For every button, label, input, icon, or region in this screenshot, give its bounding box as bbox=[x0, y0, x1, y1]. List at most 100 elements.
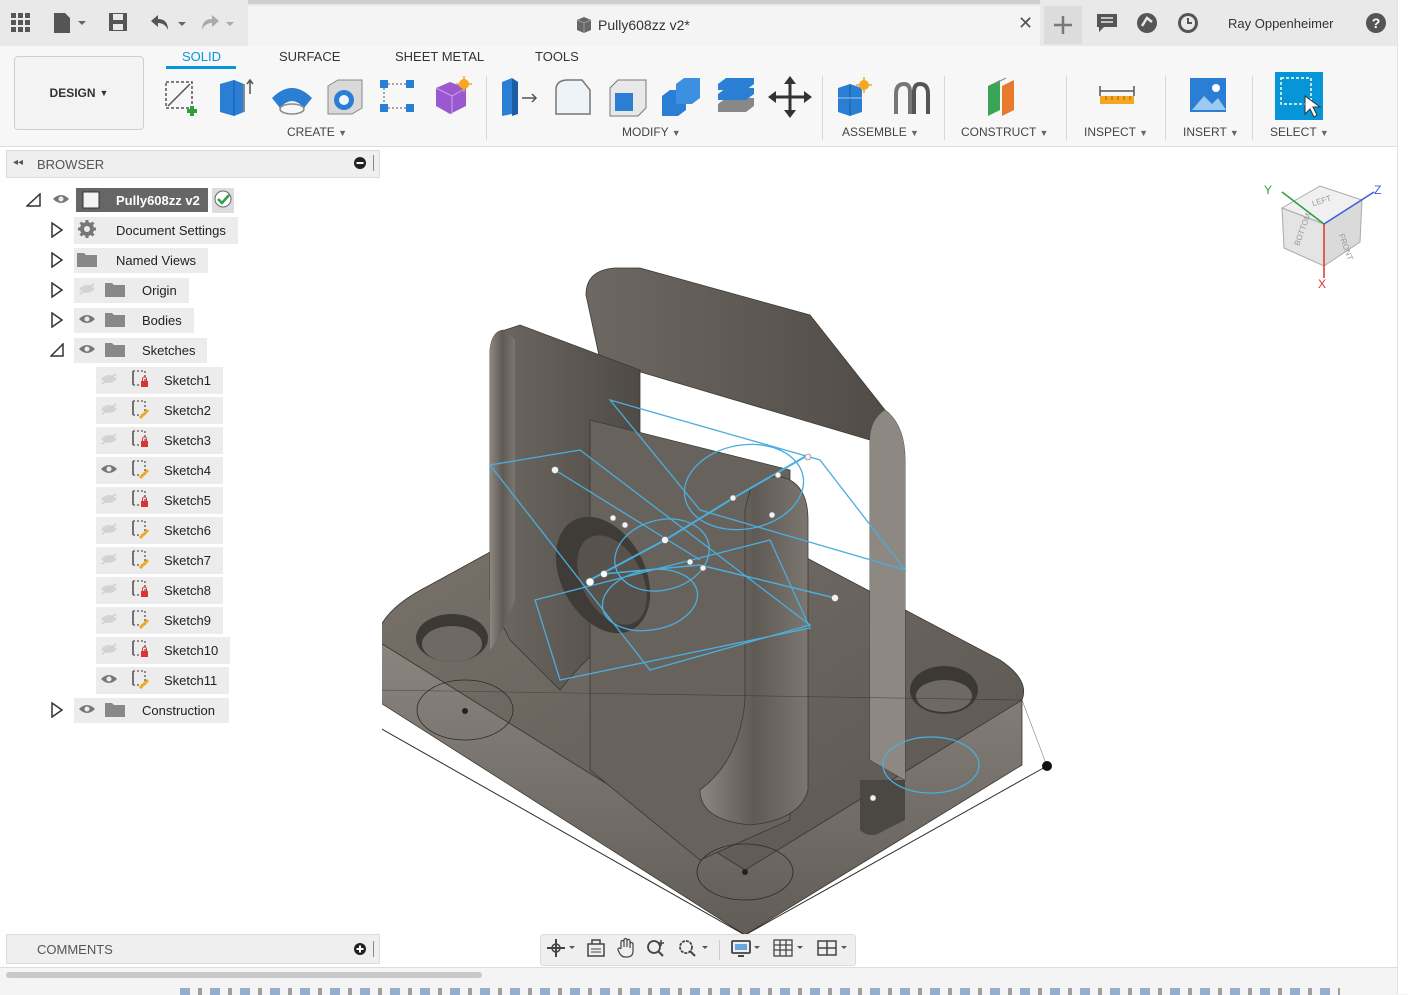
browser-node-sketch[interactable]: Sketch6 bbox=[96, 516, 223, 544]
tab-sheet-metal[interactable]: SHEET METAL bbox=[395, 49, 484, 64]
browser-node-sketches[interactable]: Sketches bbox=[50, 337, 208, 363]
browser-node-sketch[interactable]: Sketch8 bbox=[96, 576, 223, 604]
insert-menu[interactable]: INSERT ▼ bbox=[1183, 125, 1239, 139]
select-icon[interactable] bbox=[1275, 72, 1323, 120]
create-sketch-icon[interactable] bbox=[162, 76, 200, 116]
revolve-icon[interactable] bbox=[270, 76, 312, 116]
collapsed-triangle-icon[interactable] bbox=[50, 312, 64, 328]
browser-header[interactable]: ◂◂ BROWSER bbox=[6, 150, 380, 178]
model-render[interactable] bbox=[345, 150, 1396, 965]
browser-node-sketch[interactable]: Sketch1 bbox=[96, 366, 223, 394]
offset-plane-icon[interactable] bbox=[984, 76, 1022, 116]
construct-menu[interactable]: CONSTRUCT ▼ bbox=[961, 125, 1048, 139]
eye-icon[interactable] bbox=[100, 463, 118, 478]
viewports-icon[interactable] bbox=[816, 938, 850, 962]
fit-icon[interactable] bbox=[677, 938, 709, 962]
file-menu-icon[interactable] bbox=[52, 11, 88, 38]
eye-icon[interactable] bbox=[78, 703, 96, 718]
panel-handle[interactable] bbox=[373, 941, 374, 957]
collapsed-triangle-icon[interactable] bbox=[50, 282, 64, 298]
eye-hidden-icon[interactable] bbox=[100, 642, 118, 658]
eye-hidden-icon[interactable] bbox=[100, 582, 118, 598]
browser-node-sketch[interactable]: Sketch3 bbox=[96, 426, 223, 454]
tab-tools[interactable]: TOOLS bbox=[535, 49, 579, 64]
joint-icon[interactable] bbox=[890, 76, 930, 116]
job-status-icon[interactable] bbox=[1136, 12, 1158, 37]
eye-icon[interactable] bbox=[52, 193, 70, 208]
look-at-icon[interactable] bbox=[586, 938, 606, 962]
inspect-menu[interactable]: INSPECT ▼ bbox=[1084, 125, 1148, 139]
timeline-scrollbar[interactable] bbox=[6, 972, 482, 978]
activate-check-icon[interactable] bbox=[211, 187, 234, 213]
browser-node-sketch[interactable]: Sketch2 bbox=[96, 396, 223, 424]
expanded-triangle-icon[interactable] bbox=[26, 193, 42, 207]
browser-node-construction[interactable]: Construction bbox=[50, 697, 229, 723]
panel-handle[interactable] bbox=[373, 155, 374, 171]
offset-face-icon[interactable] bbox=[714, 76, 754, 116]
modify-menu[interactable]: MODIFY ▼ bbox=[622, 125, 681, 139]
pan-icon[interactable] bbox=[616, 937, 636, 962]
orbit-icon[interactable] bbox=[546, 938, 576, 962]
browser-node-origin[interactable]: Origin bbox=[50, 277, 189, 303]
browser-node-document-settings[interactable]: Document Settings bbox=[50, 216, 238, 244]
comments-panel[interactable]: COMMENTS bbox=[6, 934, 380, 964]
eye-hidden-icon[interactable] bbox=[100, 522, 118, 538]
canvas-viewport[interactable] bbox=[345, 150, 1396, 965]
timeline[interactable] bbox=[0, 967, 1408, 995]
new-component-icon[interactable] bbox=[834, 76, 872, 116]
undo-icon[interactable] bbox=[148, 12, 190, 37]
combine-icon[interactable] bbox=[660, 76, 700, 116]
display-settings-icon[interactable] bbox=[730, 938, 762, 962]
eye-hidden-icon[interactable] bbox=[100, 372, 118, 388]
tab-surface[interactable]: SURFACE bbox=[279, 49, 340, 64]
browser-node-sketch[interactable]: Sketch4 bbox=[96, 456, 223, 484]
pattern-icon[interactable] bbox=[378, 76, 416, 116]
eye-icon[interactable] bbox=[100, 673, 118, 688]
measure-icon[interactable] bbox=[1096, 76, 1135, 116]
collapsed-triangle-icon[interactable] bbox=[50, 702, 64, 718]
insert-image-icon[interactable] bbox=[1188, 76, 1226, 116]
browser-node-sketch[interactable]: Sketch9 bbox=[96, 606, 223, 634]
user-name[interactable]: Ray Oppenheimer bbox=[1228, 16, 1334, 31]
browser-node-sketch[interactable]: Sketch10 bbox=[96, 636, 231, 664]
browser-node-bodies[interactable]: Bodies bbox=[50, 307, 194, 333]
root-label-box[interactable]: Pully608zz v2 bbox=[76, 188, 208, 212]
eye-hidden-icon[interactable] bbox=[100, 492, 118, 508]
collapsed-triangle-icon[interactable] bbox=[50, 252, 64, 268]
collapse-panel-icon[interactable]: ◂◂ bbox=[13, 157, 23, 168]
eye-hidden-icon[interactable] bbox=[100, 432, 118, 448]
move-icon[interactable] bbox=[768, 76, 812, 118]
browser-root-node[interactable]: Pully608zz v2 bbox=[26, 187, 234, 213]
eye-icon[interactable] bbox=[78, 343, 96, 358]
grid-settings-icon[interactable] bbox=[772, 938, 806, 962]
select-menu[interactable]: SELECT ▼ bbox=[1270, 125, 1329, 139]
eye-hidden-icon[interactable] bbox=[100, 552, 118, 568]
add-comment-icon[interactable] bbox=[353, 942, 367, 959]
workspace-switcher[interactable]: DESIGN ▼ bbox=[14, 56, 144, 130]
assemble-menu[interactable]: ASSEMBLE ▼ bbox=[842, 125, 919, 139]
shell-icon[interactable] bbox=[606, 76, 647, 117]
eye-icon[interactable] bbox=[78, 313, 96, 328]
help-icon[interactable]: ? bbox=[1365, 12, 1387, 37]
app-grid-icon[interactable] bbox=[10, 12, 30, 38]
hole-icon[interactable] bbox=[324, 76, 363, 116]
create-form-icon[interactable] bbox=[432, 76, 472, 116]
create-menu[interactable]: CREATE ▼ bbox=[287, 125, 347, 139]
extrude-icon[interactable] bbox=[216, 76, 254, 116]
clock-icon[interactable] bbox=[1177, 12, 1199, 37]
eye-hidden-icon[interactable] bbox=[78, 282, 96, 298]
viewcube[interactable]: LEFT FRONT BOTTOM Y Z X bbox=[1262, 178, 1386, 291]
redo-icon[interactable] bbox=[198, 12, 240, 37]
comments-icon[interactable] bbox=[1096, 12, 1118, 37]
press-pull-icon[interactable] bbox=[498, 76, 538, 116]
close-tab-icon[interactable]: ✕ bbox=[1018, 13, 1033, 34]
save-icon[interactable] bbox=[108, 12, 128, 35]
collapsed-triangle-icon[interactable] bbox=[50, 222, 64, 238]
browser-node-sketch[interactable]: Sketch7 bbox=[96, 546, 223, 574]
new-tab-button[interactable] bbox=[1044, 6, 1082, 44]
zoom-icon[interactable] bbox=[646, 938, 668, 962]
fillet-icon[interactable] bbox=[552, 76, 591, 116]
eye-hidden-icon[interactable] bbox=[100, 612, 118, 628]
browser-node-named-views[interactable]: Named Views bbox=[50, 247, 208, 273]
tab-solid[interactable]: SOLID bbox=[182, 49, 221, 64]
